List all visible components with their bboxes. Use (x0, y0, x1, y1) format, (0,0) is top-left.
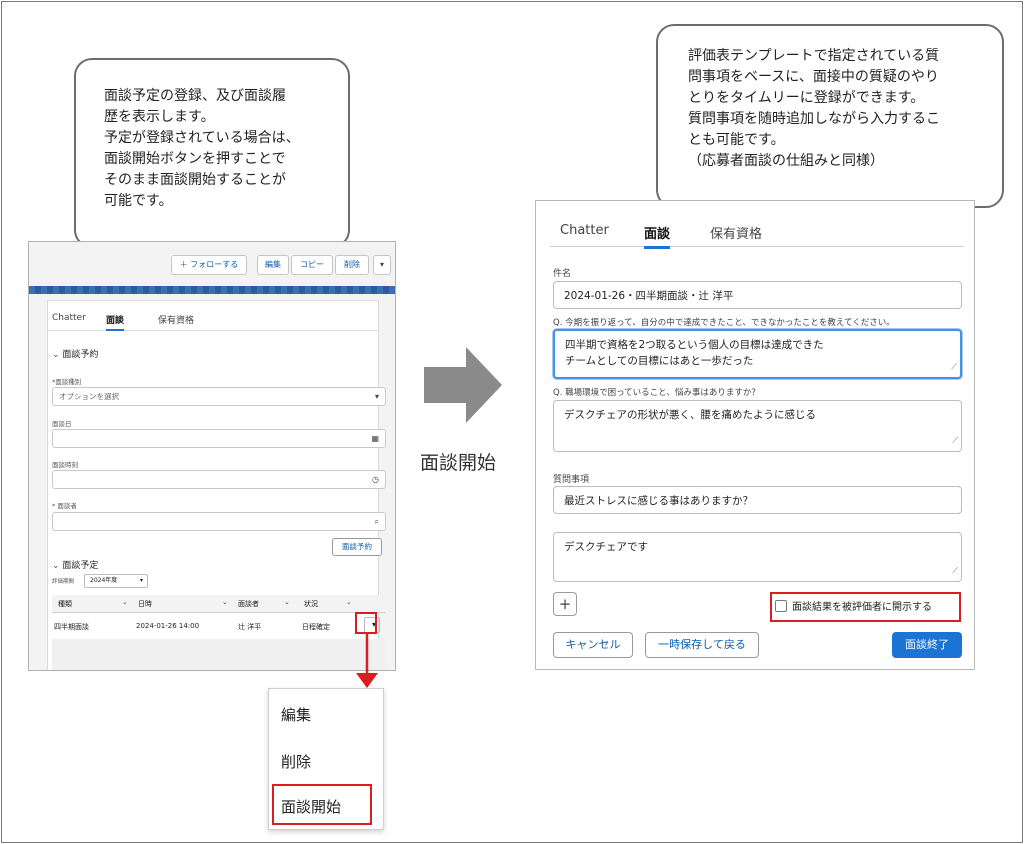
section-reserve-header[interactable]: ⌄ 面談予約 (52, 347, 98, 360)
save-and-back-button[interactable]: 一時保存して戻る (645, 632, 759, 658)
tab-interview[interactable]: 面談 (106, 313, 125, 331)
disclose-highlight (770, 592, 961, 622)
extra-question-field[interactable]: 最近ストレスに感じる事はありますか？ (553, 486, 962, 514)
sort-icon: ⌄ (222, 598, 228, 606)
date-label: 面談日 (52, 420, 72, 428)
tab-chatter[interactable]: Chatter (560, 223, 609, 238)
delete-button[interactable]: 削除 (335, 255, 369, 275)
start-interview-highlight (272, 784, 372, 825)
row-status: 日程確定 (302, 623, 330, 631)
col-interviewer[interactable]: 面談者 (238, 599, 259, 609)
finish-interview-button[interactable]: 面談終了 (892, 632, 962, 658)
resize-handle-icon[interactable]: ⟋ (952, 563, 958, 579)
clock-icon: ◷ (372, 475, 379, 484)
period-filter-select[interactable]: 2024年度 ▾ (84, 574, 148, 588)
flow-arrow-icon (424, 347, 502, 423)
down-arrow-connector (356, 633, 378, 688)
right-callout-text: 評価表テンプレートで指定されている質 問事項をベースに、面接中の質疑のやり とり… (688, 48, 940, 169)
table-empty-area (52, 639, 386, 670)
interviewer-search-input[interactable]: ⌕ (52, 512, 386, 531)
schedule-table: 種類 ⌄ 日時 ⌄ 面談者 ⌄ 状況 ⌄ 四半期面談 2024-01-26 14… (52, 595, 386, 670)
follow-button[interactable]: ＋ フォローする (171, 255, 247, 275)
row-interviewer: 辻 洋平 (238, 623, 262, 631)
record-tabs: Chatter 面談 保有資格 (48, 307, 378, 331)
row-type: 四半期面談 (54, 623, 89, 631)
sort-icon: ⌄ (122, 598, 128, 606)
row-datetime: 2024-01-26 14:00 (136, 622, 200, 630)
col-status[interactable]: 状況 (304, 599, 318, 609)
tab-interview[interactable]: 面談 (644, 223, 671, 249)
left-callout-text: 面談予定の登録、及び面談履 歴を表示します。 予定が登録されている場合は、 面談… (104, 88, 300, 209)
chevron-down-icon: ▾ (379, 260, 384, 269)
chevron-down-icon: ⌄ (52, 561, 63, 571)
row-action-highlight (355, 612, 377, 634)
extra-question-answer[interactable]: デスクチェアです ⟋ (553, 532, 962, 582)
chevron-down-icon: ▾ (139, 577, 143, 584)
time-label: 面談時刻 (52, 461, 78, 469)
menu-item-edit[interactable]: 編集 (281, 704, 311, 725)
interview-type-select[interactable]: オプションを選択 ▾ (52, 387, 386, 406)
date-input[interactable]: ▦ (52, 429, 386, 448)
extra-question-label: 質問事項 (553, 475, 590, 485)
chevron-down-icon: ▾ (374, 392, 379, 401)
record-header: ＋ フォローする 編集 コピー 削除 ▾ (29, 242, 395, 288)
question-2-label: Q. 職場環境で困っていること、悩み事はありますか？ (553, 388, 760, 398)
resize-handle-icon[interactable]: ⟋ (952, 433, 958, 449)
calendar-icon: ▦ (371, 434, 379, 443)
subject-label: 件名 (553, 269, 572, 279)
interview-tabs: Chatter 面談 保有資格 (550, 217, 964, 249)
tab-qualifications[interactable]: 保有資格 (710, 223, 762, 242)
section-schedule-header[interactable]: ⌄ 面談予定 (52, 558, 98, 571)
decorative-band (29, 286, 395, 294)
table-header (52, 595, 386, 613)
right-callout: 評価表テンプレートで指定されている質 問事項をベースに、面接中の質疑のやり とり… (656, 24, 1004, 208)
col-type[interactable]: 種類 (58, 599, 72, 609)
type-label: *面談種別 (52, 378, 82, 386)
flow-arrow-label: 面談開始 (420, 452, 497, 474)
filter-label: 評価期間 (52, 579, 75, 585)
reserve-button[interactable]: 面談予約 (332, 538, 382, 556)
question-2-answer[interactable]: デスクチェアの形状が悪く、腰を痛めたように感じる ⟋ (553, 400, 962, 452)
add-question-button[interactable]: + (553, 592, 577, 616)
tab-qualifications[interactable]: 保有資格 (158, 313, 194, 326)
edit-button[interactable]: 編集 (257, 255, 289, 275)
copy-button[interactable]: コピー (291, 255, 333, 275)
sort-icon: ⌄ (284, 598, 290, 606)
sort-icon: ⌄ (346, 598, 352, 606)
interview-record-panel: ＋ フォローする 編集 コピー 削除 ▾ Chatter 面談 保有資格 ⌄ 面… (28, 241, 396, 671)
col-datetime[interactable]: 日時 (138, 599, 152, 609)
question-1-label: Q. 今期を振り返って、自分の中で達成できたこと、できなかったことを教えてくださ… (553, 318, 895, 328)
question-1-answer[interactable]: 四半期で資格を2つ取るという個人の目標は達成できた チームとしての目標にはあと一… (553, 329, 962, 379)
menu-item-delete[interactable]: 削除 (281, 751, 311, 772)
chevron-down-icon: ⌄ (52, 350, 63, 360)
more-actions-button[interactable]: ▾ (373, 255, 391, 275)
search-icon: ⌕ (374, 517, 379, 526)
cancel-button[interactable]: キャンセル (553, 632, 633, 658)
interviewer-label: * 面談者 (52, 502, 77, 510)
record-card: Chatter 面談 保有資格 ⌄ 面談予約 *面談種別 オプションを選択 ▾ 面… (47, 300, 386, 670)
tab-chatter[interactable]: Chatter (52, 313, 86, 323)
time-input[interactable]: ◷ (52, 470, 386, 489)
resize-handle-icon[interactable]: ⟋ (951, 359, 957, 375)
left-callout: 面談予定の登録、及び面談履 歴を表示します。 予定が登録されている場合は、 面談… (74, 58, 350, 248)
subject-field[interactable]: 2024-01-26・四半期面談・辻 洋平 (553, 281, 962, 309)
